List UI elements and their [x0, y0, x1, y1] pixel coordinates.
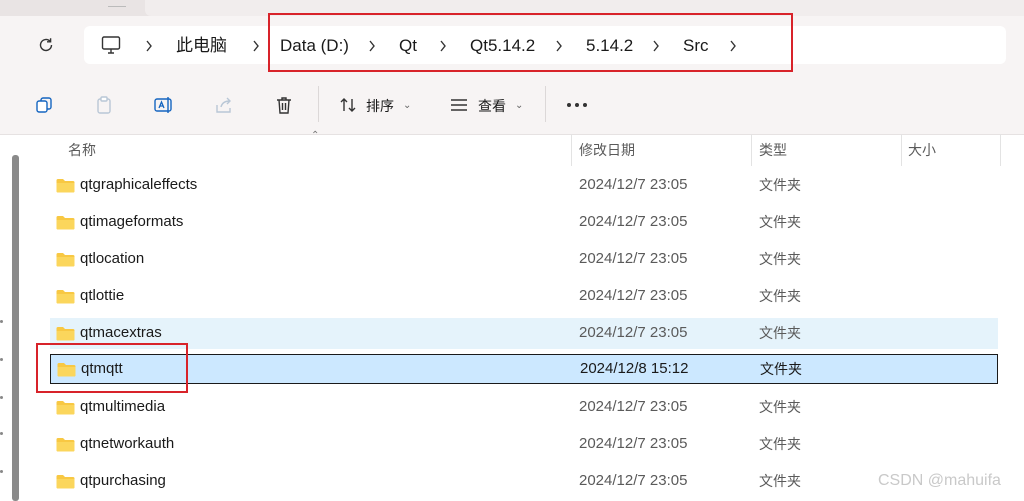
file-modified: 2024/12/8 15:12	[580, 360, 689, 377]
file-type: 文件夹	[759, 214, 801, 230]
file-modified: 2024/12/7 23:05	[579, 472, 688, 489]
rename-icon[interactable]	[152, 93, 176, 117]
folder-icon	[56, 253, 75, 267]
file-name: qtpurchasing	[80, 472, 166, 489]
column-header-modified[interactable]: 修改日期	[579, 140, 635, 160]
file-row[interactable]: qtimageformats 2024/12/7 23:05 文件夹	[50, 207, 998, 238]
computer-icon[interactable]	[100, 34, 122, 56]
column-header-size[interactable]: 大小	[908, 140, 936, 160]
file-name: qtnetworkauth	[80, 435, 175, 452]
tab-close-remnant[interactable]	[108, 0, 126, 7]
folder-icon	[56, 438, 75, 452]
file-row[interactable]: qtpurchasing 2024/12/7 23:05 文件夹	[50, 466, 998, 497]
more-options-icon[interactable]	[565, 93, 589, 117]
file-name: qtgraphicaleffects	[80, 176, 198, 193]
copy-icon[interactable]	[32, 93, 56, 117]
file-row-hovered[interactable]: qtmacextras 2024/12/7 23:05 文件夹	[50, 318, 998, 349]
toolbar-separator	[545, 86, 546, 122]
file-modified: 2024/12/7 23:05	[579, 398, 688, 415]
sort-button[interactable]: 排序	[366, 96, 394, 116]
folder-icon	[56, 327, 75, 341]
column-divider[interactable]	[751, 134, 752, 166]
folder-icon	[56, 179, 75, 193]
folder-icon	[56, 401, 75, 415]
file-name: qtimageformats	[80, 213, 184, 230]
file-name: qtlocation	[80, 250, 145, 267]
share-icon[interactable]	[212, 93, 236, 117]
navigation-scrollbar[interactable]	[12, 155, 19, 501]
toolbar-separator	[318, 86, 319, 122]
annotation-box-selected-folder	[36, 343, 188, 393]
chevron-right-icon[interactable]	[143, 35, 155, 57]
file-type: 文件夹	[759, 288, 801, 304]
file-type: 文件夹	[759, 177, 801, 193]
file-name: qtmacextras	[80, 324, 162, 341]
paste-icon[interactable]	[92, 93, 116, 117]
view-button[interactable]: 查看	[478, 96, 506, 116]
file-type: 文件夹	[759, 325, 801, 341]
nav-marker	[0, 432, 3, 435]
file-modified: 2024/12/7 23:05	[579, 324, 688, 341]
file-modified: 2024/12/7 23:05	[579, 435, 688, 452]
file-type: 文件夹	[759, 436, 801, 452]
file-type: 文件夹	[760, 361, 802, 377]
file-name: qtlottie	[80, 287, 125, 304]
file-row-selected[interactable]: qtmqtt 2024/12/8 15:12 文件夹	[50, 354, 998, 384]
column-divider[interactable]	[901, 134, 902, 166]
folder-icon	[56, 216, 75, 230]
chevron-down-icon[interactable]: ⌄	[403, 96, 411, 116]
file-modified: 2024/12/7 23:05	[579, 176, 688, 193]
column-divider[interactable]	[1000, 134, 1001, 166]
file-row[interactable]: qtlottie 2024/12/7 23:05 文件夹	[50, 281, 998, 312]
file-name: qtmultimedia	[80, 398, 166, 415]
file-row[interactable]: qtlocation 2024/12/7 23:05 文件夹	[50, 244, 998, 275]
file-row[interactable]: qtnetworkauth 2024/12/7 23:05 文件夹	[50, 429, 998, 460]
chevron-down-icon[interactable]: ⌄	[515, 96, 523, 116]
file-type: 文件夹	[759, 473, 801, 489]
file-modified: 2024/12/7 23:05	[579, 250, 688, 267]
folder-icon	[56, 290, 75, 304]
view-icon[interactable]	[447, 93, 471, 117]
nav-marker	[0, 358, 3, 361]
file-modified: 2024/12/7 23:05	[579, 213, 688, 230]
watermark: CSDN @mahuifa	[878, 472, 1001, 489]
column-header-type[interactable]: 类型	[759, 140, 787, 160]
column-header-name[interactable]: 名称	[68, 140, 96, 160]
nav-marker	[0, 320, 3, 323]
delete-icon[interactable]	[272, 93, 296, 117]
sort-icon[interactable]	[336, 93, 360, 117]
file-type: 文件夹	[759, 251, 801, 267]
file-modified: 2024/12/7 23:05	[579, 287, 688, 304]
breadcrumb-this-pc[interactable]: 此电脑	[176, 35, 227, 57]
sort-indicator-icon: ⌃	[311, 130, 320, 141]
nav-marker	[0, 470, 3, 473]
nav-marker	[0, 396, 3, 399]
file-row[interactable]: qtmultimedia 2024/12/7 23:05 文件夹	[50, 392, 998, 423]
refresh-icon[interactable]	[34, 33, 58, 57]
file-row[interactable]: qtgraphicaleffects 2024/12/7 23:05 文件夹	[50, 170, 998, 201]
column-divider[interactable]	[571, 134, 572, 166]
annotation-box-address	[268, 13, 793, 72]
chevron-right-icon[interactable]	[250, 35, 262, 57]
file-type: 文件夹	[759, 399, 801, 415]
folder-icon	[56, 475, 75, 489]
